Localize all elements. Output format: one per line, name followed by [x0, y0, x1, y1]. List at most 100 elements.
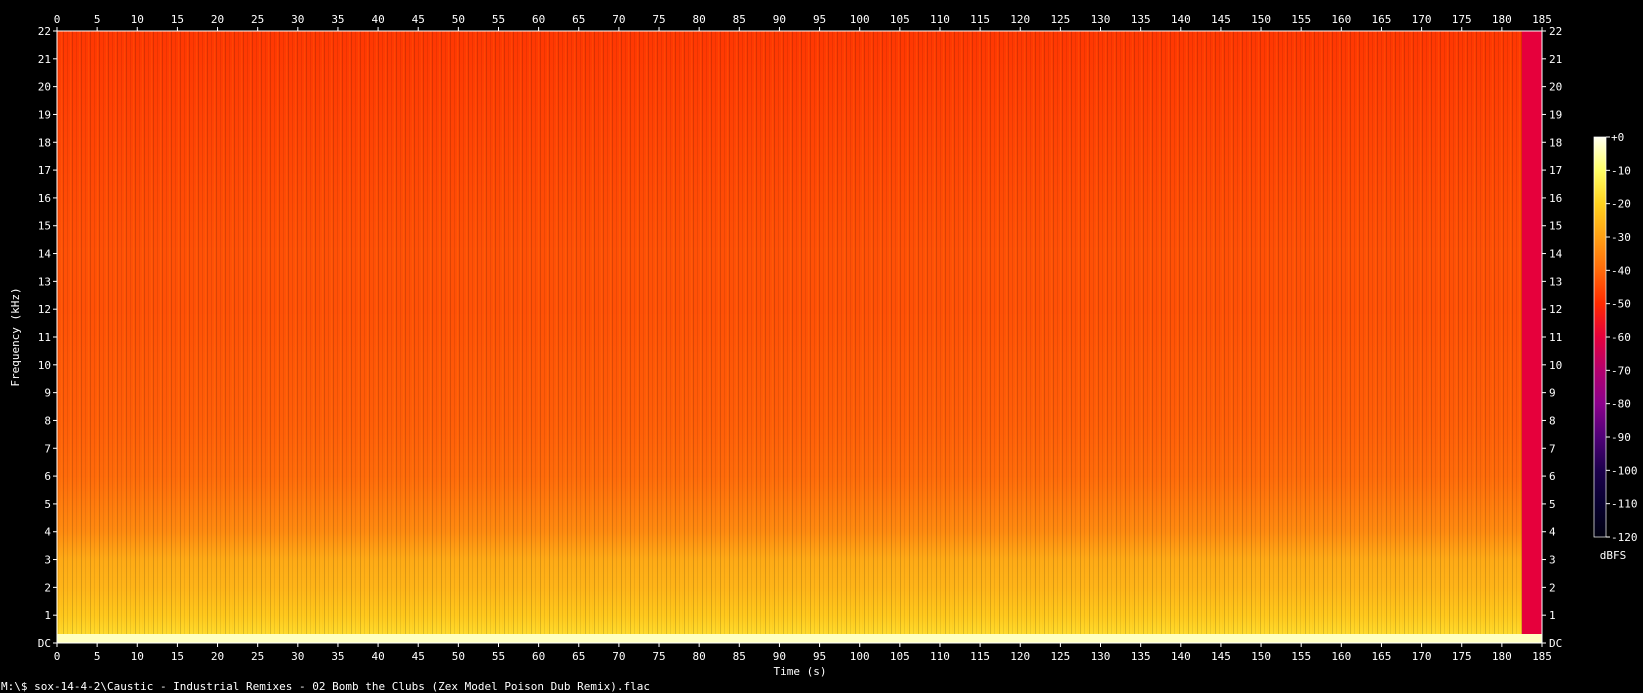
colorbar: +0 -10 -20 -30 -40 -50 -60 -70 -80 -90 -100 -110 -12… [1593, 131, 1638, 562]
colorbar-tick-label: -90 [1611, 431, 1631, 444]
x-tick-label-top: 115 [970, 13, 990, 26]
x-tick-label-top: 160 [1331, 13, 1351, 26]
x-tick-label-top: 100 [850, 13, 870, 26]
x-tick-label-bottom: 150 [1251, 650, 1271, 663]
y-tick-label-right: 15 [1549, 220, 1562, 233]
x-tick-label-bottom: 10 [131, 650, 144, 663]
y-tick-label-left: 1 [44, 609, 51, 622]
spectrogram-figure: 0 5 10 15 20 25 30 35 40 45 50 55 60 65 70 75 80 85 90 95 10… [1, 13, 1638, 693]
x-tick-label-bottom: 45 [412, 650, 425, 663]
x-tick-label-top: 95 [813, 13, 826, 26]
colorbar-tick-label: -10 [1611, 164, 1631, 177]
x-axis-title: Time (s) [774, 665, 827, 678]
x-tick-label-top: 105 [890, 13, 910, 26]
colorbar-tick-label: -60 [1611, 331, 1631, 344]
y-tick-label-left: 5 [44, 498, 51, 511]
y-tick-label-left: 6 [44, 470, 51, 483]
x-tick-label-top: 45 [412, 13, 425, 26]
x-tick-label-bottom: 85 [733, 650, 746, 663]
x-tick-label-bottom: 15 [171, 650, 184, 663]
y-tick-label-right: 13 [1549, 275, 1562, 288]
x-tick-label-bottom: 180 [1492, 650, 1512, 663]
spectrogram-texture [57, 31, 1542, 643]
colorbar-tick-label: -30 [1611, 231, 1631, 244]
x-tick-label-bottom: 55 [492, 650, 505, 663]
y-tick-label-right: 18 [1549, 136, 1562, 149]
x-tick-label-top: 135 [1131, 13, 1151, 26]
y-tick-label-right: 20 [1549, 81, 1562, 94]
colorbar-tick-label: -80 [1611, 398, 1631, 411]
y-tick-label-left: 16 [38, 192, 51, 205]
y-tick-label-left: 22 [38, 25, 51, 38]
x-tick-label-bottom: 50 [452, 650, 465, 663]
y-tick-label-right: 7 [1549, 442, 1556, 455]
x-tick-label-top: 75 [652, 13, 665, 26]
x-tick-label-top: 70 [612, 13, 625, 26]
x-tick-label-top: 140 [1171, 13, 1191, 26]
y-tick-label-right: 19 [1549, 108, 1562, 121]
y-tick-label-left: DC [38, 637, 51, 650]
y-tick-label-left: 11 [38, 331, 51, 344]
x-tick-label-top: 80 [693, 13, 706, 26]
colorbar-gradient [1594, 137, 1606, 537]
colorbar-ticks: +0 -10 -20 -30 -40 -50 -60 -70 -80 -90 -100 -110 -12… [1606, 131, 1638, 544]
y-tick-label-left: 21 [38, 53, 51, 66]
x-tick-label-top: 60 [532, 13, 545, 26]
y-tick-label-left: 10 [38, 359, 51, 372]
x-tick-label-bottom: 40 [371, 650, 384, 663]
x-axis-bottom: 0 5 10 15 20 25 30 35 40 45 50 55 60 65 70 75 80 85 90 95 10… [54, 643, 1552, 663]
colorbar-tick-label: -70 [1611, 364, 1631, 377]
x-tick-label-top: 65 [572, 13, 585, 26]
y-axis-right: DC12345678910111213141516171819202122 [1542, 25, 1563, 650]
y-tick-label-right: 1 [1549, 609, 1556, 622]
x-tick-label-top: 155 [1291, 13, 1311, 26]
x-tick-label-top: 130 [1091, 13, 1111, 26]
x-tick-label-bottom: 140 [1171, 650, 1191, 663]
x-tick-label-top: 170 [1412, 13, 1432, 26]
x-tick-label-bottom: 170 [1412, 650, 1432, 663]
x-tick-label-bottom: 35 [331, 650, 344, 663]
y-tick-label-right: 10 [1549, 359, 1562, 372]
x-tick-label-top: 90 [773, 13, 786, 26]
x-tick-label-bottom: 155 [1291, 650, 1311, 663]
y-tick-label-left: 18 [38, 136, 51, 149]
y-tick-label-left: 19 [38, 108, 51, 121]
x-tick-label-bottom: 60 [532, 650, 545, 663]
x-tick-label-bottom: 5 [94, 650, 101, 663]
y-tick-label-right: 5 [1549, 498, 1556, 511]
x-tick-label-top: 0 [54, 13, 61, 26]
x-tick-label-top: 150 [1251, 13, 1271, 26]
colorbar-tick-label: -40 [1611, 264, 1631, 277]
y-tick-label-left: 4 [44, 526, 51, 539]
x-tick-label-top: 15 [171, 13, 184, 26]
x-tick-label-bottom: 90 [773, 650, 786, 663]
x-tick-label-bottom: 105 [890, 650, 910, 663]
command-line: M:\$ sox-14-4-2\Caustic - Industrial Rem… [1, 680, 650, 693]
x-tick-label-top: 145 [1211, 13, 1231, 26]
x-tick-label-top: 35 [331, 13, 344, 26]
x-tick-label-bottom: 175 [1452, 650, 1472, 663]
y-tick-label-right: 11 [1549, 331, 1562, 344]
x-tick-label-bottom: 95 [813, 650, 826, 663]
x-tick-label-top: 50 [452, 13, 465, 26]
x-tick-label-bottom: 75 [652, 650, 665, 663]
x-tick-label-top: 120 [1010, 13, 1030, 26]
x-tick-label-bottom: 0 [54, 650, 61, 663]
x-tick-label-top: 110 [930, 13, 950, 26]
x-tick-label-bottom: 20 [211, 650, 224, 663]
y-tick-label-left: 20 [38, 81, 51, 94]
x-tick-label-bottom: 100 [850, 650, 870, 663]
y-tick-label-right: 4 [1549, 526, 1556, 539]
y-tick-label-right: 3 [1549, 554, 1556, 567]
x-tick-label-bottom: 120 [1010, 650, 1030, 663]
x-tick-label-top: 125 [1050, 13, 1070, 26]
x-tick-label-bottom: 115 [970, 650, 990, 663]
x-tick-label-bottom: 165 [1372, 650, 1392, 663]
y-tick-label-right: DC [1549, 637, 1562, 650]
y-tick-label-left: 7 [44, 442, 51, 455]
colorbar-tick-label: +0 [1611, 131, 1624, 144]
y-tick-label-right: 14 [1549, 248, 1563, 261]
y-tick-label-right: 9 [1549, 387, 1556, 400]
y-tick-label-left: 3 [44, 554, 51, 567]
x-tick-label-top: 20 [211, 13, 224, 26]
